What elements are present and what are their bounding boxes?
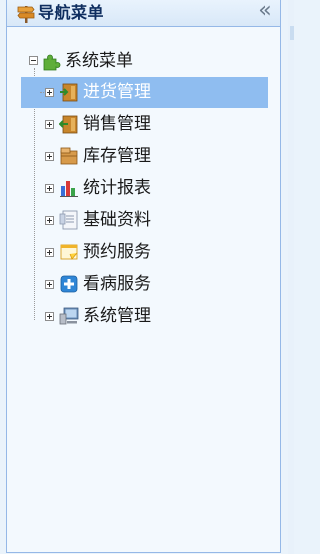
panel-title: 导航菜单: [38, 3, 105, 22]
collapse-toggle-icon[interactable]: [29, 56, 38, 65]
signpost-icon: [17, 6, 35, 23]
purchase-door-icon: [60, 83, 78, 102]
puzzle-icon: [43, 54, 61, 71]
collapse-button[interactable]: «: [256, 0, 274, 23]
expand-toggle-icon[interactable]: [45, 152, 54, 161]
tree-root-node[interactable]: 系统菜单: [23, 50, 263, 74]
tree-item-system[interactable]: 系统管理: [21, 301, 268, 332]
tree-item-label: 看病服务: [83, 274, 151, 294]
nav-panel: 导航菜单 « 系统菜单 进货管理 销售管理 库存管理 统计报表 基础资料 预约服…: [6, 0, 281, 553]
tree-item-label: 系统管理: [83, 306, 151, 326]
expand-toggle-icon[interactable]: [45, 88, 54, 97]
expand-toggle-icon[interactable]: [45, 248, 54, 257]
tree-item-inventory[interactable]: 库存管理: [21, 141, 268, 172]
expand-toggle-icon[interactable]: [45, 120, 54, 129]
splitter-handle: [290, 26, 294, 40]
expand-toggle-icon[interactable]: [45, 184, 54, 193]
tree-item-label: 预约服务: [83, 242, 151, 262]
computer-icon: [59, 307, 79, 325]
tree-item-label: 库存管理: [83, 146, 151, 166]
tree-item-purchase[interactable]: 进货管理: [21, 77, 268, 108]
appointment-note-icon: [60, 244, 78, 260]
tree-item-reports[interactable]: 统计报表: [21, 173, 268, 204]
tree-item-basic-data[interactable]: 基础资料: [21, 205, 268, 236]
tree-item-appointment[interactable]: 预约服务: [21, 237, 268, 268]
splitter[interactable]: [288, 0, 294, 554]
tree-item-label: 统计报表: [83, 178, 151, 198]
inventory-box-icon: [60, 147, 78, 165]
medical-cross-icon: [60, 275, 78, 293]
expand-toggle-icon[interactable]: [45, 280, 54, 289]
tree-item-label: 销售管理: [83, 114, 151, 134]
tree-item-medical[interactable]: 看病服务: [21, 269, 268, 300]
tree-item-label: 基础资料: [83, 210, 151, 230]
expand-toggle-icon[interactable]: [45, 216, 54, 225]
sales-door-icon: [59, 115, 78, 134]
tree-item-sales[interactable]: 销售管理: [21, 109, 268, 140]
nav-header: 导航菜单 «: [7, 0, 280, 27]
tree-root-label: 系统菜单: [65, 51, 133, 71]
bar-chart-icon: [60, 181, 78, 197]
document-icon: [59, 210, 78, 230]
tree-item-label: 进货管理: [83, 82, 151, 102]
expand-toggle-icon[interactable]: [45, 312, 54, 321]
